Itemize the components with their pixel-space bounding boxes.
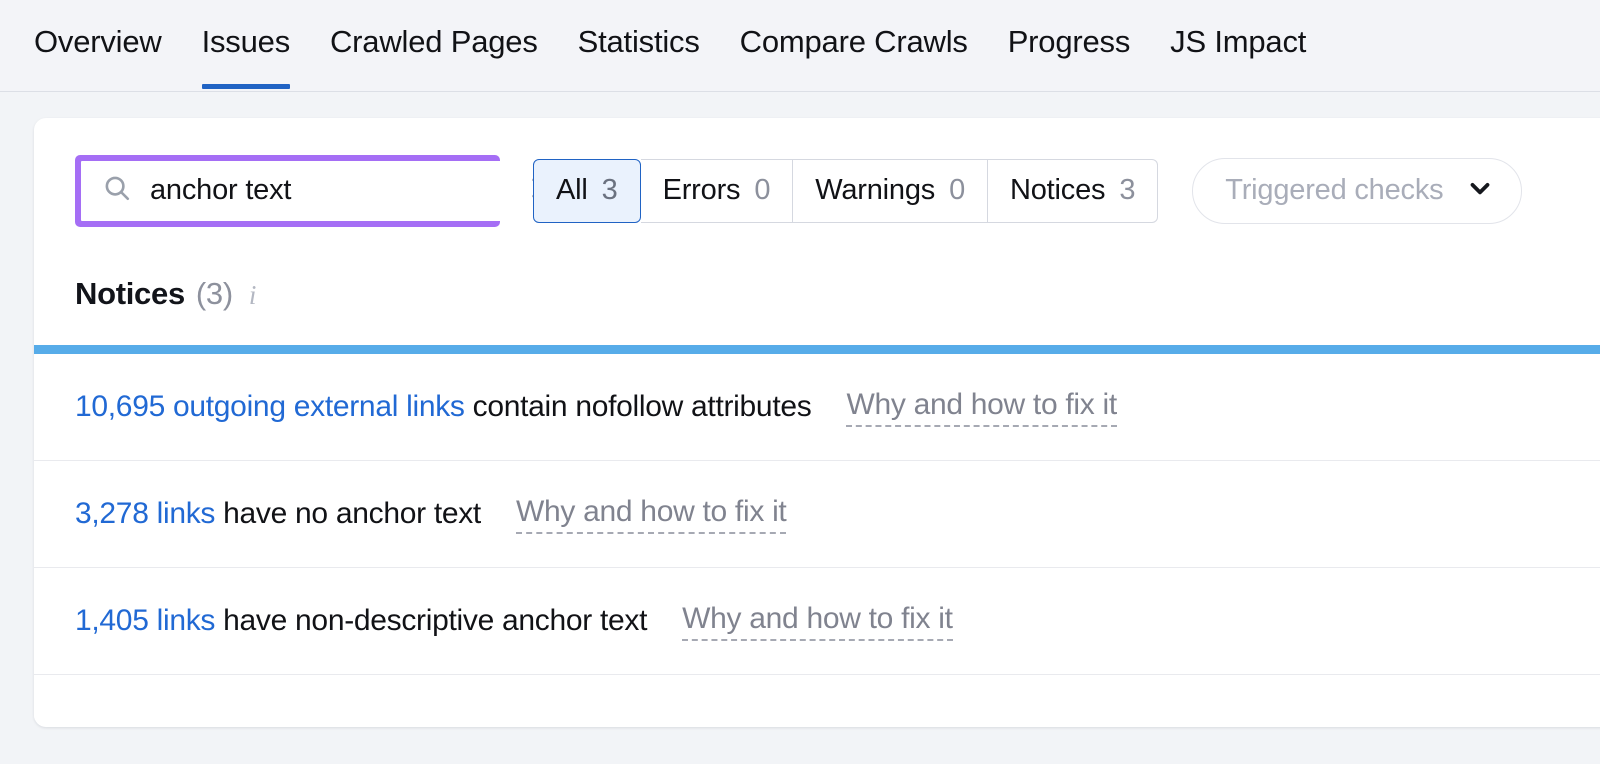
table-row[interactable]: 3,278 links have no anchor text Why and …: [34, 461, 1600, 568]
tab-label: Progress: [1007, 23, 1131, 59]
info-icon[interactable]: i: [249, 280, 257, 311]
table-footer: [34, 675, 1600, 720]
filter-all[interactable]: All 3: [533, 158, 641, 223]
notices-section-header: Notices (3) i: [75, 276, 256, 312]
main-tab-bar: Overview Issues Crawled Pages Statistics…: [0, 0, 1600, 92]
issue-rest-text: have no anchor text: [215, 497, 481, 530]
filter-count: 3: [1119, 174, 1136, 206]
filter-count: 0: [949, 174, 966, 206]
issue-metric-link[interactable]: 10,695 outgoing external links: [75, 390, 465, 423]
tab-crawled-pages[interactable]: Crawled Pages: [310, 0, 558, 91]
tab-label: Overview: [34, 23, 162, 59]
why-and-how-to-fix-it-link[interactable]: Why and how to fix it: [515, 495, 787, 534]
tab-progress[interactable]: Progress: [988, 0, 1150, 91]
why-and-how-to-fix-it-link[interactable]: Why and how to fix it: [846, 388, 1117, 427]
filter-warnings[interactable]: Warnings 0: [793, 158, 989, 223]
table-row[interactable]: 10,695 outgoing external links contain n…: [34, 354, 1600, 461]
tab-overview[interactable]: Overview: [34, 0, 182, 91]
issues-toolbar: All 3 Errors 0 Warnings 0 Notices 3 Trig…: [34, 118, 1523, 263]
search-box[interactable]: [81, 160, 574, 221]
tab-label: Issues: [201, 23, 291, 59]
filter-notices[interactable]: Notices 3: [988, 158, 1159, 223]
search-input[interactable]: [150, 174, 527, 207]
tab-label: JS Impact: [1170, 23, 1307, 59]
tab-label: Compare Crawls: [739, 23, 968, 59]
filter-label: Errors: [662, 174, 741, 206]
filter-count: 0: [754, 174, 771, 206]
triggered-checks-dropdown[interactable]: Triggered checks: [1192, 157, 1523, 224]
tab-label: Statistics: [577, 23, 700, 59]
issue-metric-link[interactable]: 1,405 links: [75, 604, 215, 637]
table-row[interactable]: 1,405 links have non-descriptive anchor …: [34, 568, 1600, 675]
why-and-how-to-fix-it-link[interactable]: Why and how to fix it: [682, 602, 953, 641]
severity-filter-group: All 3 Errors 0 Warnings 0 Notices 3: [533, 158, 1159, 223]
tab-issues[interactable]: Issues: [182, 0, 310, 91]
chevron-down-icon: [1465, 173, 1495, 208]
dropdown-label: Triggered checks: [1225, 174, 1444, 206]
tab-statistics[interactable]: Statistics: [558, 0, 720, 91]
section-count: (3): [195, 276, 233, 311]
tab-label: Crawled Pages: [330, 23, 538, 59]
issue-metric-link[interactable]: 3,278 links: [75, 497, 215, 530]
issue-description: 1,405 links have non-descriptive anchor …: [75, 604, 647, 638]
tab-compare-crawls[interactable]: Compare Crawls: [720, 0, 988, 91]
filter-label: All: [556, 174, 588, 206]
search-icon: [102, 173, 132, 208]
filter-label: Warnings: [815, 174, 936, 206]
issue-description: 10,695 outgoing external links contain n…: [75, 390, 812, 424]
issue-rest-text: have non-descriptive anchor text: [215, 604, 648, 637]
issue-rest-text: contain nofollow attributes: [464, 390, 812, 423]
filter-count: 3: [601, 174, 618, 206]
section-title: Notices: [75, 276, 185, 311]
filter-label: Notices: [1010, 174, 1106, 206]
filter-errors[interactable]: Errors 0: [640, 158, 794, 223]
issues-card: All 3 Errors 0 Warnings 0 Notices 3 Trig…: [34, 118, 1600, 727]
search-highlight-annotation: [75, 154, 574, 227]
tab-js-impact[interactable]: JS Impact: [1150, 0, 1326, 91]
issue-description: 3,278 links have no anchor text: [75, 497, 481, 531]
issues-table: 10,695 outgoing external links contain n…: [34, 345, 1600, 720]
notices-accent-bar: [34, 345, 1600, 354]
